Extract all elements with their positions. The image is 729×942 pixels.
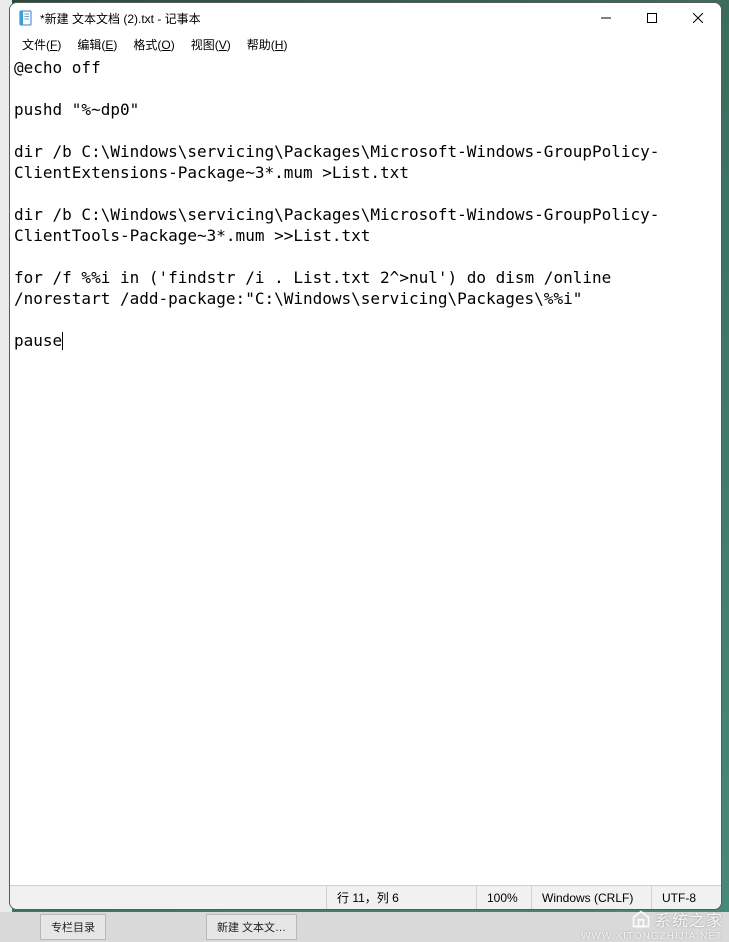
status-spacer — [10, 886, 326, 909]
window-title: *新建 文本文档 (2).txt - 记事本 — [40, 10, 583, 27]
menu-view[interactable]: 视图(V) — [183, 34, 239, 55]
caption-buttons — [583, 3, 721, 33]
status-line-ending: Windows (CRLF) — [531, 886, 651, 909]
status-zoom[interactable]: 100% — [476, 886, 531, 909]
menu-format[interactable]: 格式(O) — [125, 34, 182, 55]
menu-file[interactable]: 文件(F) — [14, 34, 69, 55]
titlebar[interactable]: *新建 文本文档 (2).txt - 记事本 — [10, 3, 721, 33]
status-encoding: UTF-8 — [651, 886, 721, 909]
menu-edit[interactable]: 编辑(E) — [69, 34, 125, 55]
notepad-icon — [18, 10, 34, 26]
text-caret — [62, 332, 63, 350]
close-button[interactable] — [675, 3, 721, 33]
text-editor[interactable]: @echo off pushd "%~dp0" dir /b C:\Window… — [10, 55, 721, 885]
maximize-button[interactable] — [629, 3, 675, 33]
editor-content: @echo off pushd "%~dp0" dir /b C:\Window… — [14, 58, 659, 350]
status-position: 行 11，列 6 — [326, 886, 476, 909]
taskbar-item[interactable]: 新建 文本文… — [206, 914, 297, 940]
minimize-button[interactable] — [583, 3, 629, 33]
notepad-window: *新建 文本文档 (2).txt - 记事本 文件(F) 编辑(E) 格式(O)… — [9, 2, 722, 910]
taskbar-item[interactable]: 专栏目录 — [40, 914, 106, 940]
menu-help[interactable]: 帮助(H) — [239, 34, 296, 55]
statusbar: 行 11，列 6 100% Windows (CRLF) UTF-8 — [10, 885, 721, 909]
taskbar[interactable]: 专栏目录 新建 文本文… — [0, 912, 729, 942]
menubar: 文件(F) 编辑(E) 格式(O) 视图(V) 帮助(H) — [10, 33, 721, 55]
